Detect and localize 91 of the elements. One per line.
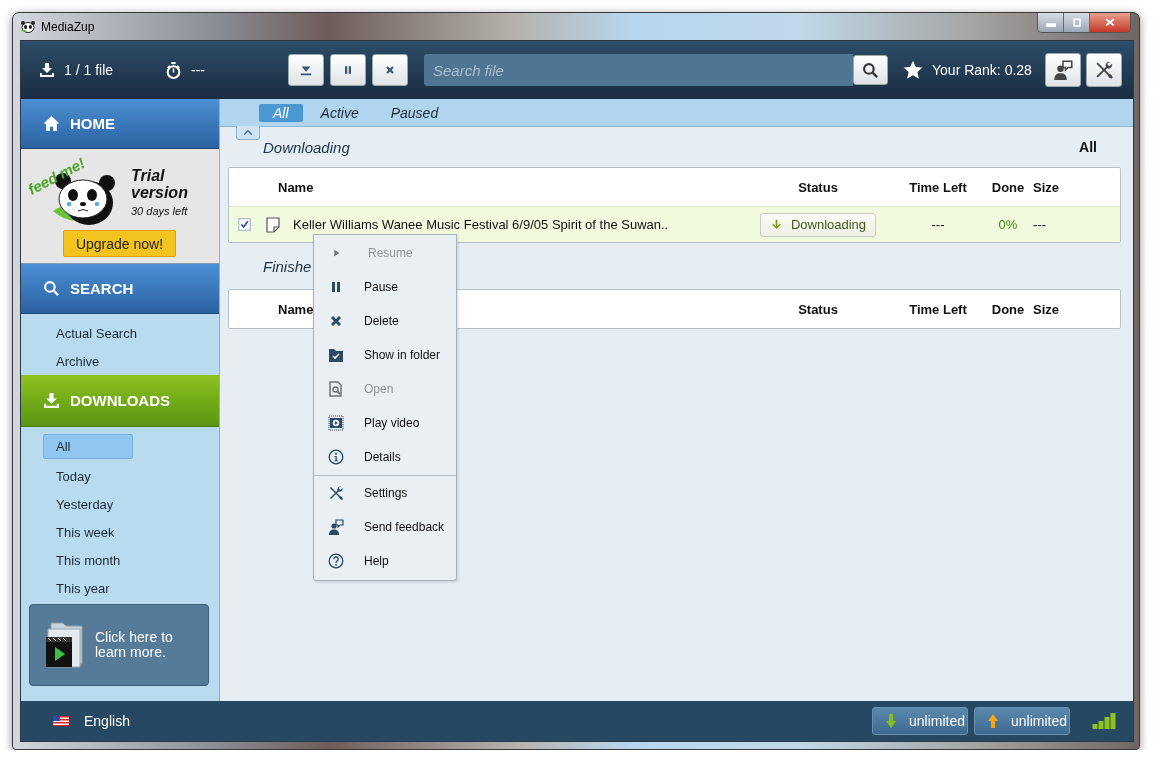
home-tab[interactable]: HOME [21, 99, 219, 149]
checkbox[interactable] [238, 218, 251, 231]
star-icon [903, 60, 923, 80]
arrow-up-icon [985, 713, 1001, 729]
arrow-down-icon [769, 218, 783, 231]
upgrade-button[interactable]: Upgrade now! [63, 230, 176, 257]
video-icon [328, 415, 344, 431]
close-icon [384, 64, 396, 76]
upload-limit-button[interactable]: unlimited [974, 707, 1070, 735]
search-icon [43, 280, 60, 297]
home-icon [43, 115, 60, 132]
trial-title: Trial version [131, 167, 189, 201]
flag-icon [53, 713, 69, 729]
file-name: Keller Williams Wanee Music Festival 6/9/05 Spirit of the Suwan.. [293, 217, 669, 232]
folder-check-icon [328, 347, 344, 363]
sidebar-item[interactable]: Today [21, 462, 219, 490]
promo-card[interactable]: Click here to learn more. [29, 604, 209, 686]
search-icon [862, 61, 879, 79]
column-header[interactable]: Done [983, 179, 1033, 195]
filter-tab[interactable]: Paused [376, 103, 453, 122]
feedback-icon [1053, 60, 1073, 80]
sidebar-item[interactable]: This month [21, 546, 219, 574]
window-title: MediaZup [41, 19, 95, 34]
minimize-button[interactable] [1038, 13, 1064, 32]
column-header[interactable]: Size [1033, 301, 1120, 317]
minimize-icon [1045, 23, 1056, 27]
download-button[interactable] [288, 54, 324, 86]
info-icon [328, 449, 344, 465]
sidebar-item[interactable]: Actual Search [21, 319, 219, 347]
file-icon [265, 216, 281, 233]
signal-icon [1090, 713, 1118, 729]
filter-tab[interactable]: Active [306, 103, 373, 122]
column-header[interactable]: Status [743, 301, 893, 317]
search-button[interactable] [853, 55, 888, 85]
column-header[interactable]: Size [1033, 179, 1120, 195]
download-limit-button[interactable]: unlimited [872, 707, 968, 735]
feed-me-label: feed me! [25, 154, 88, 198]
done-cell-text: 0% [997, 217, 1019, 232]
file-count: 1 / 1 file [64, 62, 114, 78]
search-tab[interactable]: SEARCH [21, 264, 219, 314]
menu-item[interactable]: Settings [314, 476, 456, 510]
column-header[interactable]: Done [983, 301, 1033, 317]
sidebar-item[interactable]: All [43, 434, 133, 459]
days-left-label: 30 days left [131, 205, 188, 217]
menu-item[interactable]: Details [314, 440, 456, 474]
column-header[interactable]: Time Left [893, 301, 983, 317]
time-remaining: --- [191, 62, 205, 78]
stopwatch-icon [165, 61, 182, 79]
settings-icon [328, 485, 344, 501]
close-button[interactable] [1090, 13, 1130, 32]
collapse-button[interactable] [236, 126, 260, 140]
time-left-cell-text: --- [930, 217, 946, 232]
download-row[interactable]: Keller Williams Wanee Music Festival 6/9/05 Spirit of the Suwan.. Downloading --- 0% --- [229, 206, 1120, 242]
help-icon [328, 553, 344, 569]
pause-icon [342, 64, 354, 76]
rank-label: Your Rank: 0.28 [932, 62, 1032, 78]
column-header[interactable]: Status [743, 179, 893, 195]
settings-button[interactable] [1086, 53, 1122, 87]
column-header[interactable]: Time Left [893, 179, 983, 195]
close-icon [1104, 16, 1116, 29]
language-label: English [84, 713, 130, 729]
document-search-icon [328, 381, 344, 397]
promo-text: Click here to learn more. [95, 630, 174, 660]
size-cell-text: --- [1033, 217, 1047, 232]
menu-item[interactable]: Pause [314, 270, 456, 304]
sidebar-item[interactable]: Yesterday [21, 490, 219, 518]
panda-icon [21, 20, 35, 33]
section-title: Finishe [263, 257, 312, 275]
maximize-button[interactable] [1064, 13, 1090, 32]
cancel-button[interactable] [372, 54, 408, 86]
menu-item[interactable]: Show in folder [314, 338, 456, 372]
video-folder-drawing [45, 619, 85, 671]
sidebar-item[interactable]: Archive [21, 347, 219, 375]
status-pill: Downloading [759, 212, 877, 237]
maximize-icon [1070, 16, 1083, 29]
feedback-icon [328, 519, 344, 535]
search-field[interactable]: Search file [424, 54, 853, 86]
column-header[interactable]: Name [278, 179, 743, 195]
section-title: Downloading [263, 138, 350, 156]
menu-item[interactable]: Play video [314, 406, 456, 440]
feedback-button[interactable] [1045, 53, 1081, 87]
sidebar-item[interactable]: This year [21, 574, 219, 602]
download-tray-icon [39, 62, 55, 78]
sidebar-item[interactable]: This week [21, 518, 219, 546]
arrow-down-icon [883, 713, 899, 729]
filter-label[interactable]: All [1079, 139, 1097, 155]
settings-icon [1094, 60, 1114, 80]
menu-item[interactable]: Send feedback [314, 510, 456, 544]
pause-button[interactable] [330, 54, 366, 86]
download-tray-icon [43, 392, 60, 409]
menu-item[interactable]: Help [314, 544, 456, 578]
